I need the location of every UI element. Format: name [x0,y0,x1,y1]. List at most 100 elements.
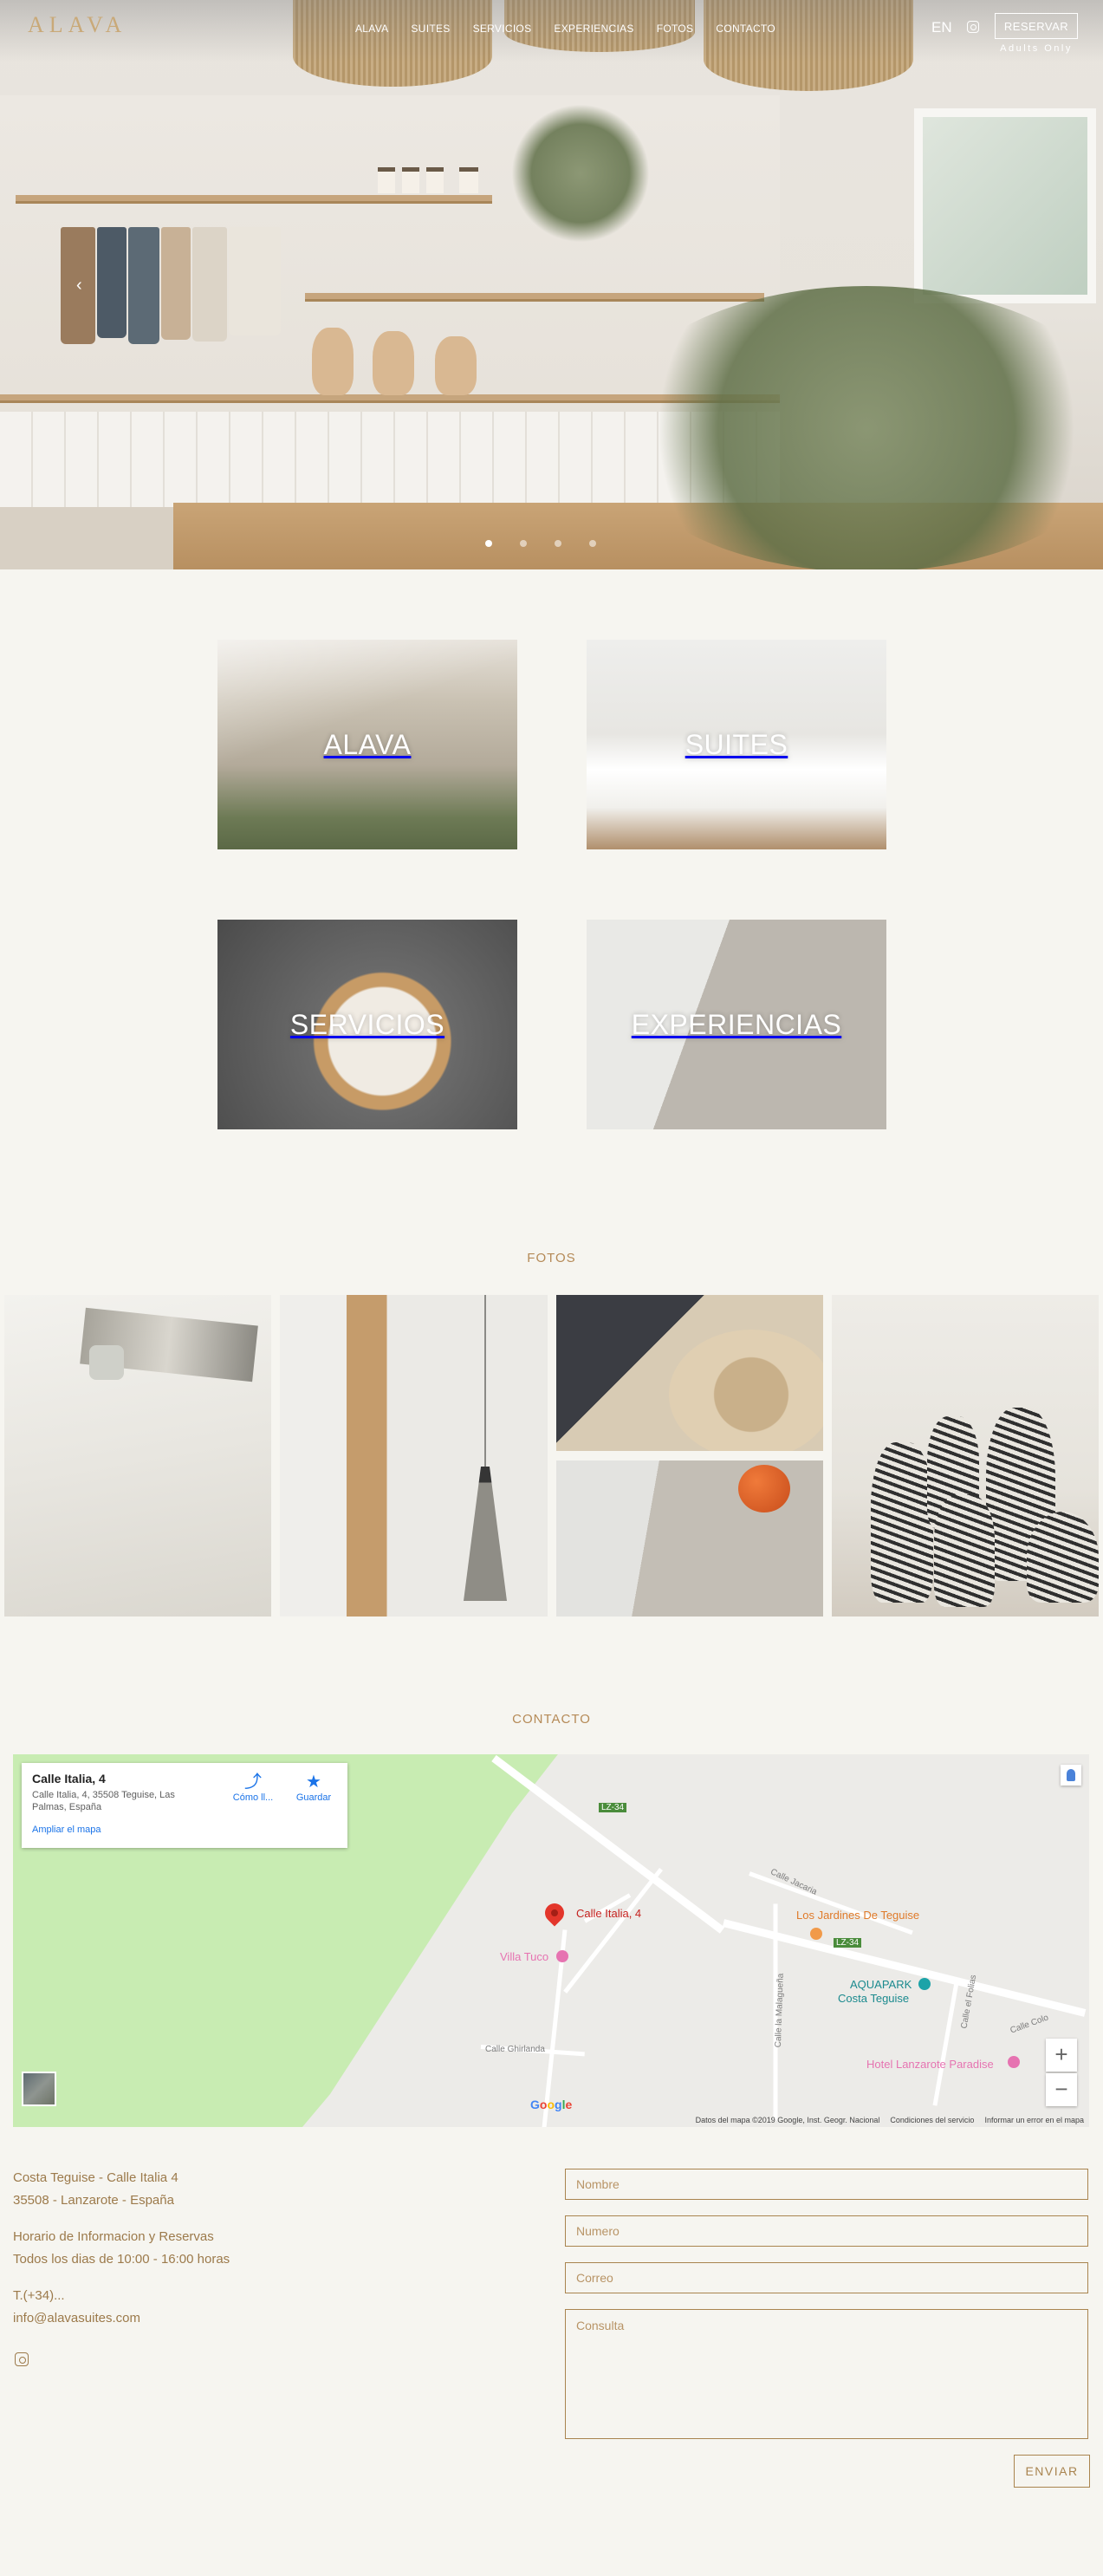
slider-dot[interactable] [485,540,492,547]
map-directions-button[interactable]: ⤴ Cómo ll... [223,1773,283,1803]
map-street-label: Calle la Malagueña [773,1973,786,2048]
nav-contacto[interactable]: CONTACTO [716,23,775,35]
nombre-field[interactable] [565,2169,1088,2200]
map-label-aquapark: AQUAPARK [850,1978,912,1991]
map-label-villa-tuco: Villa Tuco [500,1950,549,1963]
map-pin-label: Calle Italia, 4 [576,1907,642,1920]
hero-vase [373,331,414,395]
nav-experiencias[interactable]: EXPERIENCIAS [554,23,633,35]
photo-lamp-shade [464,1467,507,1601]
zoom-out-icon[interactable]: − [1046,2073,1077,2106]
hero-slider[interactable]: ALAVA ALAVA SUITES SERVICIOS EXPERIENCIA… [0,0,1103,569]
tile-alava[interactable]: ALAVA [217,640,517,849]
map-save-button[interactable]: ★ Guardar [283,1773,344,1803]
email-link[interactable]: info@alavasuites.com [13,2307,230,2330]
contacto-heading: CONTACTO [512,1712,591,1727]
hero-bag [161,227,191,340]
gallery-photo-book[interactable] [556,1460,823,1617]
chevron-left-icon[interactable]: ‹ [76,276,82,296]
photo-mug [89,1345,124,1380]
map-street-label: Calle Ghirlanda [485,2045,545,2054]
hero-shelf [305,293,764,302]
map-pin-icon[interactable] [541,1899,568,1927]
hours-line: Todos los dias de 10:00 - 16:00 horas [13,2252,230,2267]
language-switch[interactable]: EN [931,19,952,36]
hotel-poi-icon[interactable] [1008,2056,1020,2068]
nav-alava[interactable]: ALAVA [355,23,388,35]
map-label-hotel-paradise: Hotel Lanzarote Paradise [866,2058,994,2071]
hero-bag [97,227,127,338]
zoom-in-icon[interactable]: + [1046,2039,1077,2072]
restaurant-poi-icon[interactable] [810,1928,822,1940]
phone-line[interactable]: T.(+34)... [13,2285,230,2307]
satellite-toggle[interactable] [22,2072,56,2106]
consulta-field[interactable] [565,2309,1088,2439]
map-road [563,1867,663,1994]
map-card-address: Calle Italia, 4, 35508 Teguise, Las Palm… [32,1790,175,1812]
park-poi-icon[interactable] [918,1978,931,1990]
tile-experiencias[interactable]: EXPERIENCIAS [587,920,886,1129]
site-logo[interactable]: ALAVA [28,12,127,38]
photo-orange [738,1465,790,1512]
photo-vessel [871,1442,933,1603]
hero-vase [312,328,354,395]
nav-fotos[interactable]: FOTOS [657,23,694,35]
slider-dot[interactable] [589,540,596,547]
gallery-photo-bed[interactable] [4,1295,271,1617]
instagram-icon[interactable] [967,21,979,33]
google-map[interactable]: Calle Italia, 4 Los Jardines De Teguise … [13,1754,1089,2127]
hero-jar [459,167,478,193]
photo-vessel [934,1494,995,1607]
map-label-jardines: Los Jardines De Teguise [796,1909,920,1922]
tile-servicios[interactable]: SERVICIOS [217,920,517,1129]
gallery-photo-pendant-lamp[interactable] [280,1295,548,1617]
nav-suites[interactable]: SUITES [411,23,450,35]
main-nav: ALAVA SUITES SERVICIOS EXPERIENCIAS FOTO… [355,23,798,35]
map-enlarge-link[interactable]: Ampliar el mapa [32,1825,337,1835]
pegman-icon[interactable] [1061,1765,1081,1786]
nav-servicios[interactable]: SERVICIOS [473,23,532,35]
slider-dots [485,540,596,547]
contact-info: Costa Teguise - Calle Italia 4 35508 - L… [13,2167,230,2330]
hero-shelf [16,195,492,204]
address-line: Costa Teguise - Calle Italia 4 [13,2170,178,2185]
hero-jar [402,167,419,193]
hotel-poi-icon[interactable] [556,1950,568,1962]
fotos-heading: FOTOS [527,1251,576,1265]
slider-dot[interactable] [555,540,561,547]
correo-field[interactable] [565,2262,1088,2293]
address-line: 35508 - Lanzarote - España [13,2193,174,2208]
star-icon: ★ [306,1773,321,1792]
hero-vase [435,336,477,395]
map-report-link[interactable]: Informar un error en el mapa [984,2116,1084,2124]
map-terms-link[interactable]: Condiciones del servicio [890,2116,974,2124]
hours-line: Horario de Informacion y Reservas [13,2229,214,2244]
hero-bag [192,227,227,342]
slider-dot[interactable] [520,540,527,547]
map-data-credit: Datos del mapa ©2019 Google, Inst. Geogr… [695,2116,880,2124]
map-road-sign: LZ-34 [834,1938,862,1948]
tile-label: ALAVA [323,728,412,760]
tile-suites[interactable]: SUITES [587,640,886,849]
directions-icon: ⤴ [244,1773,262,1792]
hero-olive-branches [607,286,1103,569]
gallery-photo-vases[interactable] [832,1295,1099,1617]
hero-bag [128,227,159,344]
gallery-photo-hat[interactable] [556,1295,823,1451]
map-info-card: Calle Italia, 4 Calle Italia, 4, 35508 T… [22,1763,347,1848]
instagram-icon[interactable] [15,2352,29,2366]
enviar-button[interactable]: ENVIAR [1014,2455,1090,2488]
reservar-button[interactable]: RESERVAR [995,13,1078,39]
hero-floor [0,507,191,569]
hero-jar [378,167,395,193]
map-street-label: Calle Colo [1009,2013,1050,2036]
numero-field[interactable] [565,2215,1088,2247]
adults-only-tagline: Adults Only [1000,43,1073,54]
google-logo: Google [530,2098,573,2111]
hero-jar [426,167,444,193]
photo-hat [669,1330,823,1451]
map-road [932,1977,960,2106]
tile-label: EXPERIENCIAS [631,1008,842,1040]
map-label-costa-teguise: Costa Teguise [838,1992,910,2005]
hero-bag [229,227,281,335]
